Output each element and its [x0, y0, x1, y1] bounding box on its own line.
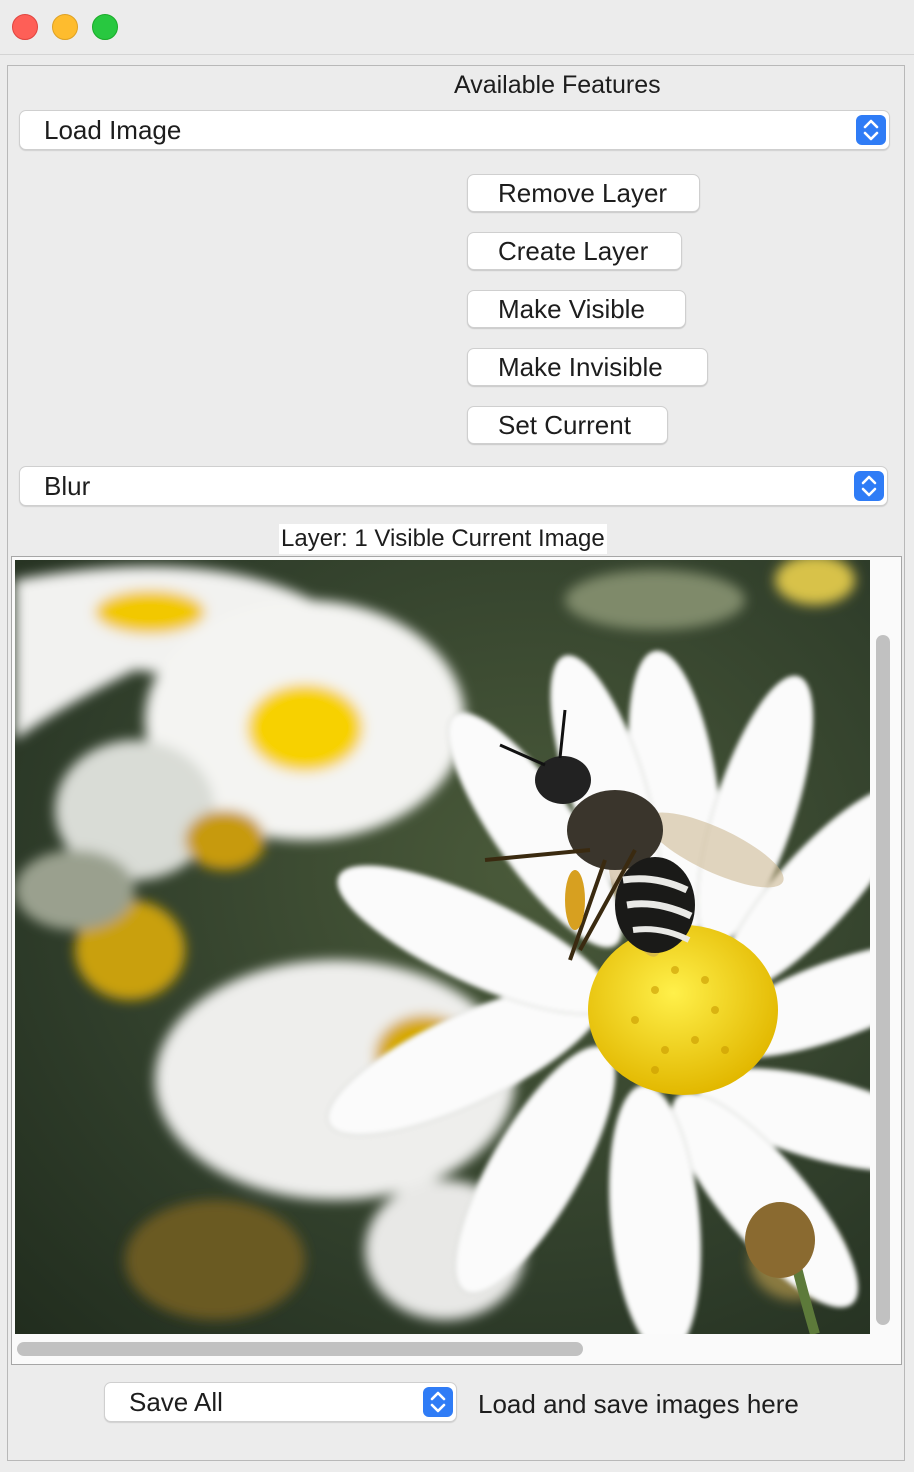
image-scroll-pane[interactable]: [11, 556, 902, 1365]
chevron-updown-icon: [423, 1387, 453, 1417]
make-invisible-button[interactable]: Make Invisible: [467, 348, 708, 386]
remove-layer-button[interactable]: Remove Layer: [467, 174, 700, 212]
save-select-value: Save All: [129, 1387, 223, 1417]
create-layer-button[interactable]: Create Layer: [467, 232, 682, 270]
feature-select[interactable]: Load Image: [19, 110, 890, 150]
title-bar: [0, 0, 914, 55]
available-features-heading: Available Features: [454, 71, 661, 99]
feature-select-value: Load Image: [44, 115, 182, 145]
save-select[interactable]: Save All: [104, 1382, 457, 1422]
close-window-button[interactable]: [12, 14, 38, 40]
horizontal-scrollbar-thumb[interactable]: [17, 1342, 583, 1356]
footer-hint-label: Load and save images here: [478, 1389, 799, 1419]
minimize-window-button[interactable]: [52, 14, 78, 40]
make-visible-button[interactable]: Make Visible: [467, 290, 686, 328]
maximize-window-button[interactable]: [92, 14, 118, 40]
chevron-updown-icon: [854, 471, 884, 501]
filter-select[interactable]: Blur: [19, 466, 888, 506]
layer-image: [15, 560, 870, 1334]
layer-info-label: Layer: 1 Visible Current Image: [279, 524, 607, 554]
set-current-button[interactable]: Set Current: [467, 406, 668, 444]
filter-select-value: Blur: [44, 471, 91, 501]
chevron-updown-icon: [856, 115, 886, 145]
vertical-scrollbar-thumb[interactable]: [876, 635, 890, 1325]
